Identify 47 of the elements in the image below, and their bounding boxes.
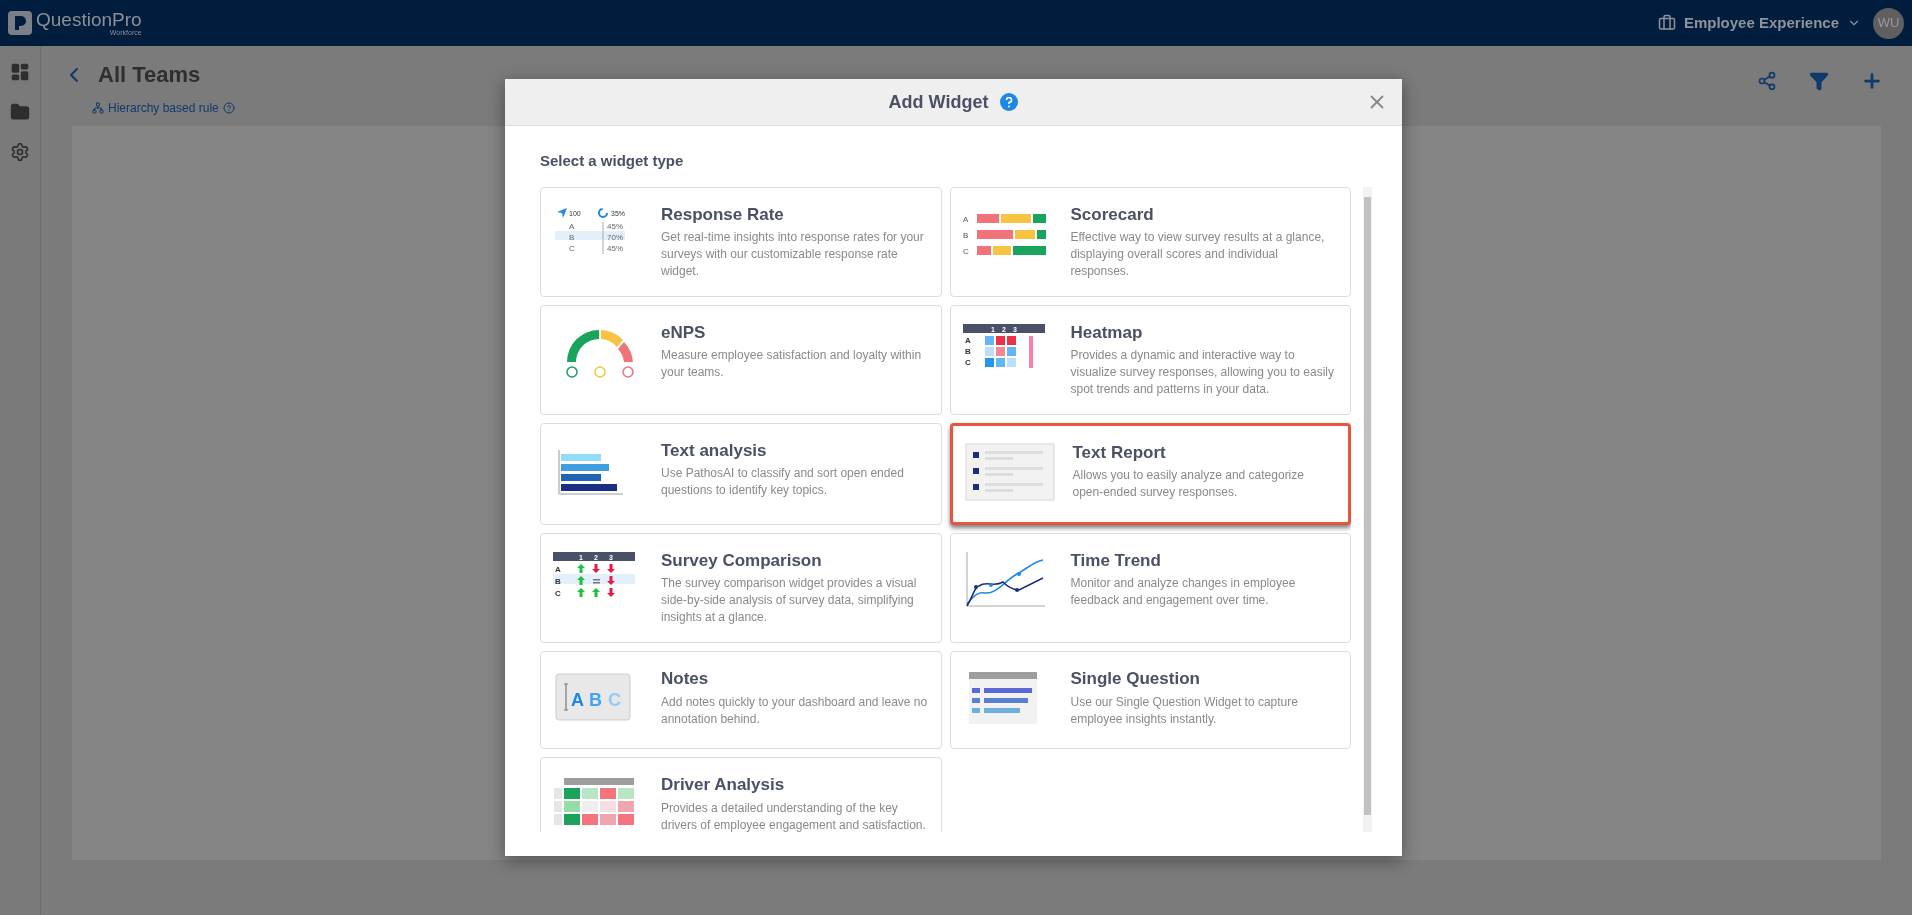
widget-description: Measure employee satisfaction and loyalty within your teams. bbox=[661, 347, 923, 381]
product-switcher[interactable]: Employee Experience bbox=[1657, 11, 1861, 35]
help-icon[interactable] bbox=[222, 102, 235, 114]
logo-text: QuestionPro bbox=[36, 10, 142, 29]
scrollbar[interactable] bbox=[1363, 186, 1372, 832]
widget-title: eNPS bbox=[661, 321, 707, 343]
section-heading: Select a widget type bbox=[540, 151, 685, 171]
widget-description: Provides a dynamic and interactive way to visualize survey responses, allowing you to easily spot trends and patterns in your data. bbox=[1070, 347, 1335, 398]
briefcase-icon bbox=[1657, 14, 1676, 32]
widget-card[interactable]: A B C Scorecard Effective way to view survey results at a glance, displaying overall scores and individual responses. bbox=[949, 186, 1351, 297]
widget-title: Survey Comparison bbox=[661, 550, 823, 572]
widget-description: Add notes quickly to your dashboard and leave no annotation behind. bbox=[661, 693, 929, 728]
widget-title: Response Rate bbox=[661, 203, 785, 225]
share-icon[interactable] bbox=[1757, 71, 1777, 91]
widget-title: Driver Analysis bbox=[661, 774, 786, 796]
widget-description: The survey comparison widget provides a visual side-by-side analysis of survey data, simplifying insights at a glance. bbox=[661, 575, 918, 627]
widget-card[interactable]: Text Report Allows you to easily analyze and categorize open-ended survey responses. bbox=[949, 423, 1351, 525]
widget-title: Scorecard bbox=[1070, 203, 1155, 225]
dashboard-icon[interactable] bbox=[10, 62, 30, 82]
widget-title: Text Report bbox=[1072, 442, 1167, 464]
widget-title: Time Trend bbox=[1070, 550, 1162, 572]
widget-title: Heatmap bbox=[1070, 321, 1144, 343]
widget-description: Get real-time insights into response rates for your surveys with our customizable response rate widget. bbox=[661, 228, 925, 280]
widget-title: Notes bbox=[661, 668, 710, 690]
widget-card[interactable]: Driver Analysis Provides a detailed understanding of the key drivers of employee engagement and satisfaction. bbox=[540, 757, 942, 832]
widget-title: Text analysis bbox=[661, 440, 768, 462]
logo-icon bbox=[8, 11, 32, 35]
dialog-title: Add Widget bbox=[888, 90, 989, 114]
widget-card[interactable]: Text analysis Use PathosAI to classify and sort open ended questions to identify key topics. bbox=[540, 423, 942, 525]
folder-icon[interactable] bbox=[10, 102, 30, 122]
widget-description: Provides a detailed understanding of the key drivers of employee engagement and satisfaction. bbox=[661, 799, 927, 832]
help-icon[interactable] bbox=[1000, 93, 1019, 111]
add-icon[interactable] bbox=[1861, 70, 1883, 92]
widget-description: Monitor and analyze changes in employee feedback and engagement over time. bbox=[1070, 575, 1297, 610]
widget-card[interactable]: Time Trend Monitor and analyze changes in employee feedback and engagement over time. bbox=[949, 533, 1351, 644]
widget-description: Use PathosAI to classify and sort open ended questions to identify key topics. bbox=[661, 465, 905, 500]
widget-description: Allows you to easily analyze and categorize open-ended survey responses. bbox=[1072, 467, 1305, 502]
widget-card[interactable]: Single Question Use our Single Question Widget to capture employee insights instantly. bbox=[949, 651, 1351, 750]
widget-title: Single Question bbox=[1070, 668, 1201, 690]
widget-card[interactable]: eNPS Measure employee satisfaction and loyalty within your teams. bbox=[540, 304, 942, 415]
page-title: All Teams bbox=[98, 61, 201, 89]
widget-description: Effective way to view survey results at a glance, displaying overall scores and individual responses. bbox=[1070, 228, 1326, 280]
settings-icon[interactable] bbox=[10, 142, 30, 162]
filter-icon[interactable] bbox=[1809, 71, 1829, 91]
widget-description: Use our Single Question Widget to capture employee insights instantly. bbox=[1070, 693, 1299, 728]
hierarchy-icon bbox=[92, 102, 104, 114]
widget-card[interactable]: A B C Notes Add notes quickly to your dashboard and leave no annotation behind. bbox=[540, 651, 942, 750]
